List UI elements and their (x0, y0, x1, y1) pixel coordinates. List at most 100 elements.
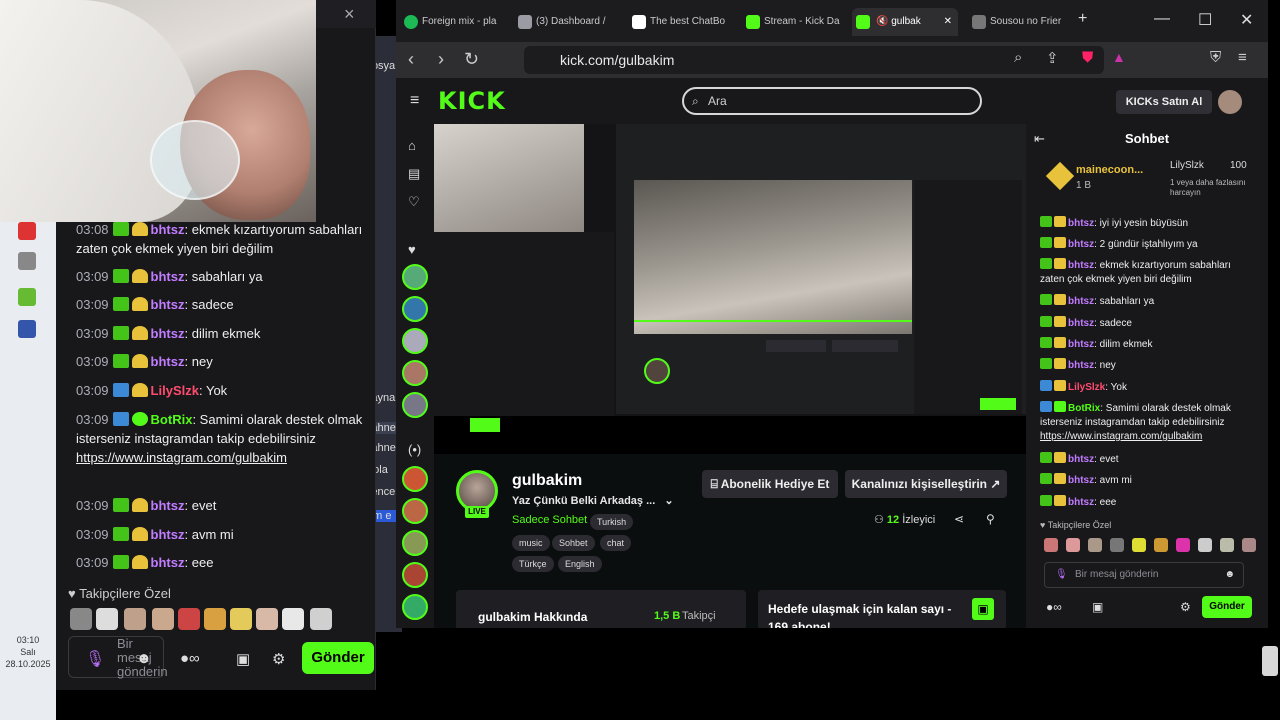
message-username[interactable]: bhtsz (1068, 218, 1094, 229)
emote[interactable] (1220, 538, 1234, 552)
recommended-channel-avatar[interactable] (402, 562, 428, 588)
close-window-icon[interactable]: ✕ (1240, 10, 1253, 30)
message-username[interactable]: BotRix (1068, 403, 1100, 414)
kicks-infinity-icon[interactable]: ●∞ (180, 650, 200, 667)
message-username[interactable]: LilySlzk (151, 383, 199, 398)
emote[interactable] (152, 608, 174, 630)
following-icon[interactable]: ♡ (408, 194, 420, 210)
side-widget[interactable] (1262, 646, 1278, 676)
message-username[interactable]: bhtsz (1068, 497, 1094, 508)
tab-spotify[interactable]: Foreign mix - pla (400, 8, 508, 36)
recommended-icon[interactable]: (•) (408, 442, 421, 457)
emote[interactable] (124, 608, 146, 630)
emote[interactable] (1154, 538, 1168, 552)
message-username[interactable]: bhtsz (151, 354, 185, 369)
message-username[interactable]: BotRix (151, 412, 193, 427)
following-heart-icon[interactable]: ♥ (408, 242, 416, 257)
microphone-icon[interactable]: 🎙 (1055, 563, 1068, 587)
message-username[interactable]: bhtsz (1068, 296, 1094, 307)
emote[interactable] (96, 608, 118, 630)
muted-speaker-icon[interactable]: 🔇 (876, 16, 888, 27)
tab-dashboard[interactable]: (3) Dashboard / (514, 8, 622, 36)
buy-kicks-button[interactable]: KICKs Satın Al (1116, 90, 1212, 114)
app-icon[interactable] (18, 320, 36, 338)
share-icon[interactable]: ⋖ (954, 512, 964, 526)
gift-subscription-button[interactable]: ⌸ Abonelik Hediye Et (702, 470, 838, 498)
emoji-icon[interactable]: ☻ (1224, 563, 1235, 587)
close-tab-icon[interactable]: ✕ (944, 8, 952, 36)
tab-gulbakim[interactable]: 🔇 gulbak ✕ (852, 8, 958, 36)
follow-user-icon[interactable]: ⚲ (986, 512, 995, 526)
emote[interactable] (1088, 538, 1102, 552)
share-icon[interactable]: ⇪ (1046, 49, 1059, 67)
stream-tag[interactable]: chat (600, 535, 632, 551)
kick-logo[interactable]: KICK (438, 87, 506, 115)
message-username[interactable]: bhtsz (151, 297, 185, 312)
instagram-link[interactable]: https://www.instagram.com/gulbakim (1040, 431, 1202, 442)
followed-channel-avatar[interactable] (402, 392, 428, 418)
vpn-icon[interactable]: ⛨ (1210, 49, 1221, 66)
user-avatar[interactable] (1218, 90, 1242, 114)
emote[interactable] (1132, 538, 1146, 552)
emote[interactable] (1110, 538, 1124, 552)
new-tab-icon[interactable]: + (1078, 10, 1087, 28)
gear-icon[interactable]: ⚙ (272, 650, 285, 668)
message-username[interactable]: bhtsz (1068, 360, 1094, 371)
back-icon[interactable]: ‹ (408, 49, 414, 70)
stream-category[interactable]: Sadece Sohbet (512, 514, 587, 526)
channel-name[interactable]: gulbakim (512, 472, 582, 490)
store-icon[interactable]: ▣ (236, 650, 250, 668)
followed-channel-avatar[interactable] (402, 328, 428, 354)
chat-message-input[interactable]: 🎙 Bir mesaj gönderin ☻ (1044, 562, 1244, 588)
player-progress-bar[interactable] (634, 320, 912, 322)
kicks-infinity-icon[interactable]: ●∞ (1046, 600, 1062, 614)
reload-icon[interactable]: ↻ (464, 49, 479, 70)
microphone-icon[interactable]: 🎙 (85, 649, 105, 669)
message-username[interactable]: bhtsz (151, 222, 185, 237)
store-icon[interactable]: ▣ (1092, 600, 1103, 614)
emote[interactable] (178, 608, 200, 630)
chevron-down-icon[interactable]: ⌄ (664, 495, 673, 507)
hamburger-menu-icon[interactable]: ≡ (410, 92, 419, 110)
emote[interactable] (282, 608, 304, 630)
followed-channel-avatar[interactable] (402, 264, 428, 290)
tab-sousou[interactable]: Sousou no Frier (968, 8, 1076, 36)
emote[interactable] (204, 608, 226, 630)
message-username[interactable]: bhtsz (1068, 454, 1094, 465)
minimize-icon[interactable]: — (1154, 10, 1170, 28)
stream-tag[interactable]: English (558, 556, 602, 572)
stream-tag[interactable]: music (512, 535, 550, 551)
close-icon[interactable]: × (344, 4, 355, 25)
brave-rewards-icon[interactable]: ▲ (1112, 49, 1126, 65)
emote[interactable] (1066, 538, 1080, 552)
message-username[interactable]: bhtsz (151, 555, 185, 570)
message-username[interactable]: bhtsz (151, 269, 185, 284)
stream-tag[interactable]: Türkçe (512, 556, 554, 572)
emote[interactable] (1176, 538, 1190, 552)
tab-kick-dashboard[interactable]: Stream - Kick Da (742, 8, 850, 36)
gear-icon[interactable]: ⚙ (1180, 600, 1191, 614)
tab-chatbot[interactable]: The best ChatBo (628, 8, 736, 36)
customize-channel-button[interactable]: Kanalınızı kişiselleştirin ↗ (845, 470, 1007, 498)
maximize-icon[interactable]: ☐ (1198, 10, 1212, 30)
app-icon[interactable] (18, 222, 36, 240)
message-username[interactable]: bhtsz (1068, 339, 1094, 350)
recommended-channel-avatar[interactable] (402, 594, 428, 620)
emote[interactable] (1242, 538, 1256, 552)
brave-shield-icon[interactable]: ⛊ (1082, 49, 1093, 66)
recommended-channel-avatar[interactable] (402, 466, 428, 492)
emoji-icon[interactable]: ☻ (136, 650, 152, 667)
emote[interactable] (1044, 538, 1058, 552)
message-username[interactable]: bhtsz (1068, 239, 1094, 250)
top-gifter-name[interactable]: mainecoon... (1076, 164, 1143, 176)
stream-tag[interactable]: Sohbet (552, 535, 595, 551)
app-icon[interactable] (18, 288, 36, 306)
video-player[interactable] (434, 124, 1026, 454)
forward-icon[interactable]: › (438, 49, 444, 70)
browse-icon[interactable]: ▤ (408, 166, 420, 182)
app-icon[interactable] (18, 252, 36, 270)
send-button[interactable]: Gönder (302, 642, 374, 674)
followed-channel-avatar[interactable] (402, 296, 428, 322)
gift-icon[interactable]: ▣ (972, 598, 994, 620)
recommended-channel-avatar[interactable] (402, 498, 428, 524)
